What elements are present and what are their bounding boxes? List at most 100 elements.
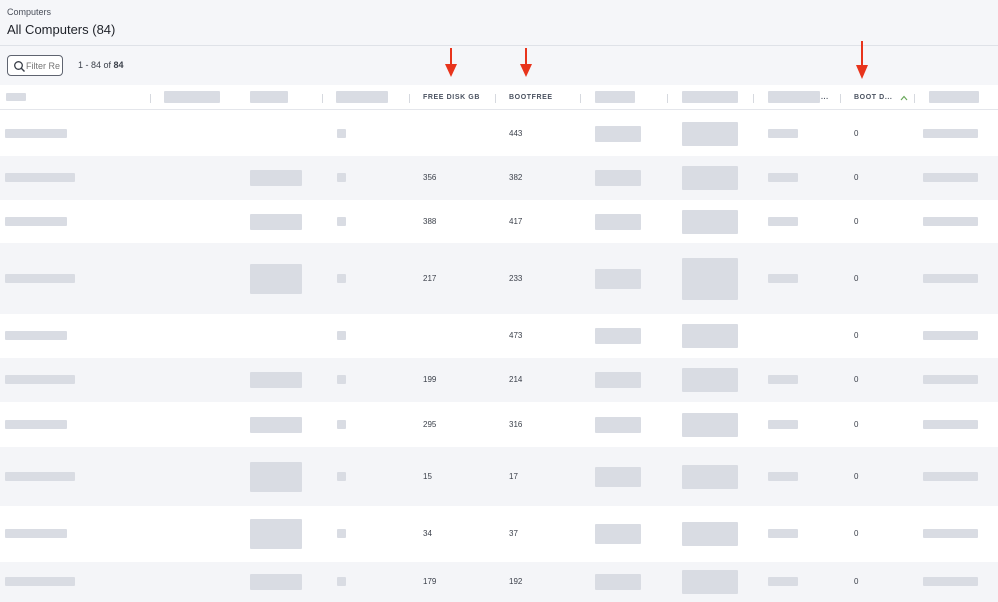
redacted-cell [682,122,738,146]
cell-boot-d: 0 [854,420,859,429]
redacted-cell [923,173,978,182]
cell-free-disk: 217 [423,274,437,283]
redacted-cell [682,522,738,546]
column-header-boot-d[interactable]: BOOT D... [854,85,892,110]
filter-box[interactable] [7,55,63,76]
column-resize-handle[interactable] [580,94,581,103]
redacted-cell [595,328,641,344]
breadcrumb[interactable]: Computers [7,7,51,17]
redacted-cell [768,577,798,586]
red-arrow-icon [445,48,457,77]
cell-boot-d: 0 [854,274,859,283]
redacted-cell [595,170,641,186]
redacted-cell [595,372,641,388]
redacted-cell [5,472,75,481]
redacted-cell [682,413,738,437]
redacted-cell [768,274,798,283]
redacted-cell [5,173,75,182]
cell-bootfree: 473 [509,331,523,340]
redacted-cell [923,472,978,481]
cell-bootfree: 382 [509,173,523,182]
red-arrow-icon [856,41,868,79]
column-resize-handle[interactable] [495,94,496,103]
redacted-cell [923,274,978,283]
redacted-cell [768,129,798,138]
cell-free-disk: 199 [423,375,437,384]
column-header-redacted[interactable] [682,91,738,103]
cell-free-disk: 34 [423,529,432,538]
cell-bootfree: 233 [509,274,523,283]
filter-input[interactable] [26,59,62,73]
column-resize-handle[interactable] [322,94,323,103]
redacted-cell [682,324,738,348]
table-row[interactable]: 388 417 0 [0,200,998,243]
column-header-redacted[interactable] [336,91,388,103]
column-header-redacted[interactable] [768,91,820,103]
redacted-cell [768,420,798,429]
table-row[interactable]: 34 37 0 [0,506,998,562]
redacted-cell [923,577,978,586]
cell-boot-d: 0 [854,173,859,182]
redacted-cell [337,375,346,384]
red-arrow-icon [520,48,532,77]
redacted-cell [768,375,798,384]
column-header-redacted[interactable] [929,91,979,103]
column-header-redacted[interactable] [250,91,288,103]
toolbar: 1 - 84 of 84 [0,46,998,85]
table-row[interactable]: 295 316 0 [0,402,998,447]
redacted-cell [337,217,346,226]
redacted-cell [337,274,346,283]
redacted-cell [682,368,738,392]
table-row[interactable]: 15 17 0 [0,447,998,506]
redacted-cell [5,331,67,340]
cell-boot-d: 0 [854,331,859,340]
column-resize-handle[interactable] [840,94,841,103]
table-row[interactable]: 356 382 0 [0,156,998,200]
redacted-cell [595,574,641,590]
redacted-cell [768,472,798,481]
cell-free-disk: 356 [423,173,437,182]
page-header: Computers All Computers (84) [0,0,998,46]
column-resize-handle[interactable] [753,94,754,103]
column-resize-handle[interactable] [150,94,151,103]
redacted-cell [250,170,302,186]
table-row[interactable]: 199 214 0 [0,358,998,402]
column-resize-handle[interactable] [667,94,668,103]
cell-boot-d: 0 [854,577,859,586]
column-header-redacted[interactable] [164,91,220,103]
table-row[interactable]: 443 0 [0,111,998,156]
redacted-cell [923,375,978,384]
cell-boot-d: 0 [854,529,859,538]
table-row[interactable]: 473 0 [0,314,998,358]
cell-bootfree: 37 [509,529,518,538]
column-header-truncated[interactable]: ... [821,85,829,110]
redacted-cell [682,166,738,190]
result-count: 1 - 84 of 84 [78,60,124,70]
redacted-cell [595,126,641,142]
cell-free-disk: 15 [423,472,432,481]
redacted-cell [337,472,346,481]
redacted-cell [682,465,738,489]
redacted-cell [5,577,75,586]
redacted-cell [595,524,641,544]
column-header-free-disk[interactable]: FREE DISK GB [423,85,480,110]
column-header-redacted[interactable] [595,91,635,103]
result-count-total: 84 [113,60,124,70]
table-row[interactable]: 179 192 0 [0,562,998,602]
table-row[interactable]: 217 233 0 [0,243,998,314]
result-count-range: 1 - 84 of [78,60,114,70]
redacted-cell [595,467,641,487]
redacted-cell [250,519,302,549]
redacted-cell [250,574,302,590]
redacted-cell [768,217,798,226]
redacted-cell [5,217,67,226]
column-resize-handle[interactable] [409,94,410,103]
table-header: FREE DISK GB BOOTFREE ... BOOT D... [0,85,998,110]
column-header-bootfree[interactable]: BOOTFREE [509,85,553,110]
column-resize-handle[interactable] [914,94,915,103]
redacted-cell [5,529,67,538]
sort-ascending-icon[interactable] [900,95,908,101]
cell-bootfree: 443 [509,129,523,138]
redacted-cell [5,375,75,384]
column-header-redacted[interactable] [6,93,26,101]
